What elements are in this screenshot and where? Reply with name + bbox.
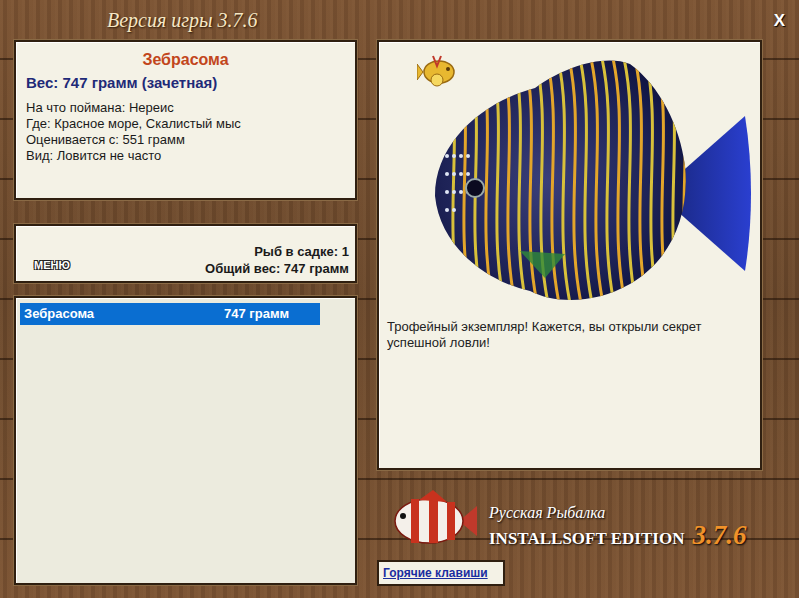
logo-version: 3.7.6 bbox=[692, 522, 746, 548]
fish-detail: Оценивается с: 551 грамм bbox=[26, 132, 345, 148]
close-button[interactable]: X bbox=[770, 12, 789, 29]
keepnet-panel: МЕНЮ Рыб в садке: 1 Общий вес: 747 грамм bbox=[14, 224, 357, 283]
catch-item-weight: 747 грамм bbox=[224, 304, 289, 324]
window-title: Версия игры 3.7.6 bbox=[107, 5, 258, 35]
title-bar: Версия игры 3.7.6 X bbox=[0, 0, 799, 40]
catch-list: Зебрасома747 грамм bbox=[14, 296, 357, 585]
trophy-icon bbox=[417, 50, 459, 92]
logo-edition: INSTALLSOFT EDITION bbox=[489, 526, 684, 552]
fish-detail: На что поймана: Нереис bbox=[26, 100, 345, 116]
catch-message: Трофейный экземпляр! Кажется, вы открыли… bbox=[387, 319, 752, 351]
logo-fish-icon bbox=[389, 488, 479, 554]
fish-name: Зебрасома bbox=[26, 48, 345, 72]
keepnet-total: Общий вес: 747 грамм bbox=[205, 260, 349, 277]
fish-picture bbox=[415, 46, 755, 308]
game-logo: Русская Рыбалка INSTALLSOFT EDITION 3.7.… bbox=[377, 488, 787, 558]
logo-title: Русская Рыбалка bbox=[489, 504, 746, 522]
catch-item[interactable]: Зебрасома747 грамм bbox=[20, 303, 320, 325]
fish-info-panel: Зебрасома Вес: 747 грамм (зачетная) На ч… bbox=[14, 40, 357, 200]
menu-button[interactable]: МЕНЮ bbox=[34, 257, 70, 274]
fish-detail: Вид: Ловится не часто bbox=[26, 148, 345, 164]
keepnet-count: Рыб в садке: 1 bbox=[205, 243, 349, 260]
catch-item-name: Зебрасома bbox=[24, 304, 224, 324]
fish-view-panel: Трофейный экземпляр! Кажется, вы открыли… bbox=[377, 40, 762, 470]
fish-weight: Вес: 747 грамм (зачетная) bbox=[26, 72, 345, 95]
fish-detail: Где: Красное море, Скалистый мыс bbox=[26, 116, 345, 132]
hotkeys-button[interactable]: Горячие клавиши bbox=[377, 560, 505, 586]
